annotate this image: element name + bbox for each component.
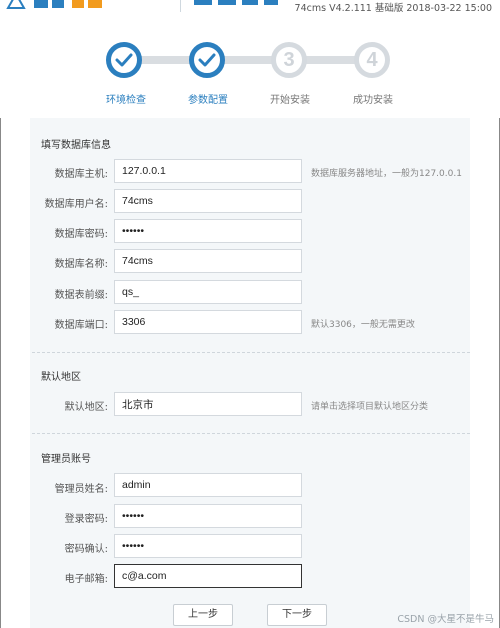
page-border: [0, 118, 1, 628]
version-info: 74cms V4.2.111 基础版 2018-03-22 15:00: [294, 3, 492, 14]
section-divider: [32, 352, 470, 353]
db-password-input[interactable]: [114, 219, 302, 243]
db-host-label: 数据库主机:: [54, 169, 108, 180]
logo-icon: [6, 0, 102, 9]
admin-name-label: 管理员姓名:: [54, 484, 108, 495]
install-steps: 3 4 环境检查 参数配置 开始安装 成功安装: [0, 20, 500, 116]
db-prefix-input[interactable]: [114, 280, 302, 304]
title-glyphs-icon: [194, 0, 278, 5]
step-3-circle: 3: [271, 42, 307, 78]
db-user-label: 数据库用户名:: [44, 199, 108, 210]
step-2-circle: [189, 42, 225, 78]
check-icon: [198, 53, 216, 67]
section-title-database: 填写数据库信息: [41, 140, 111, 151]
admin-password-confirm-input[interactable]: [114, 534, 302, 558]
admin-email-input[interactable]: [114, 564, 302, 588]
next-step-button[interactable]: 下一步: [267, 604, 327, 626]
db-name-input[interactable]: [114, 249, 302, 273]
step-4-circle: 4: [354, 42, 390, 78]
section-title-admin: 管理员账号: [41, 454, 91, 465]
step-2-label: 参数配置: [188, 95, 228, 106]
prev-step-button[interactable]: 上一步: [173, 604, 233, 626]
section-title-region: 默认地区: [41, 372, 81, 383]
step-3-number: 3: [283, 48, 295, 71]
step-1-label: 环境检查: [106, 95, 146, 106]
db-name-label: 数据库名称:: [54, 259, 108, 270]
step-1-circle: [106, 42, 142, 78]
admin-password-label: 登录密码:: [64, 514, 108, 525]
header: 74cms V4.2.111 基础版 2018-03-22 15:00: [0, 0, 500, 20]
section-divider: [32, 433, 470, 434]
db-prefix-label: 数据表前缀:: [54, 290, 108, 301]
region-label: 默认地区:: [64, 402, 108, 413]
step-4-number: 4: [366, 48, 378, 71]
db-user-input[interactable]: [114, 189, 302, 213]
admin-name-input[interactable]: [114, 473, 302, 497]
step-4-label: 成功安装: [353, 95, 393, 106]
admin-password-confirm-label: 密码确认:: [64, 544, 108, 555]
watermark: CSDN @大星不是牛马: [397, 614, 494, 625]
header-divider: [180, 0, 181, 12]
step-3-label: 开始安装: [270, 95, 310, 106]
db-port-hint: 默认3306，一般无需更改: [311, 320, 415, 330]
db-port-label: 数据库端口:: [54, 320, 108, 331]
db-password-label: 数据库密码:: [54, 229, 108, 240]
db-host-input[interactable]: [114, 159, 302, 183]
check-icon: [115, 53, 133, 67]
admin-email-label: 电子邮箱:: [64, 574, 108, 585]
page-title-fragment: [192, 0, 282, 20]
db-host-hint: 数据库服务器地址，一般为127.0.0.1: [311, 169, 462, 179]
region-hint: 请单击选择项目默认地区分类: [311, 402, 429, 412]
db-port-input[interactable]: [114, 310, 302, 334]
region-input[interactable]: [114, 392, 302, 416]
admin-password-input[interactable]: [114, 504, 302, 528]
